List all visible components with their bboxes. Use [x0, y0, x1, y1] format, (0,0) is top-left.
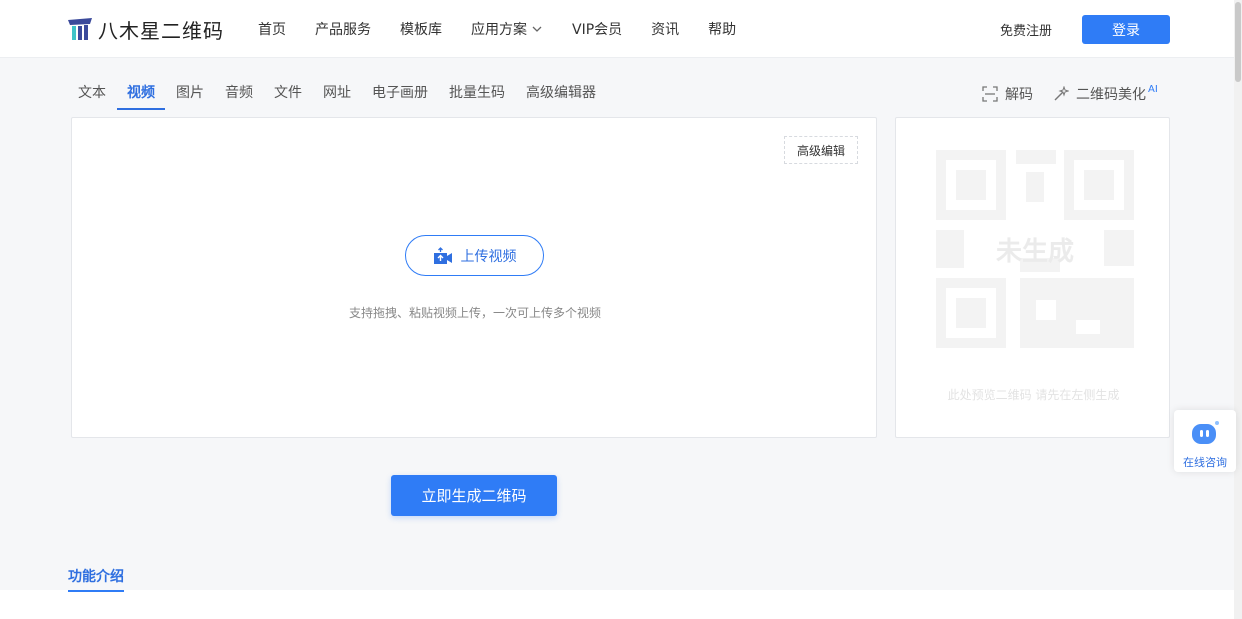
tab-image[interactable]: 图片: [176, 80, 204, 110]
tab-batch[interactable]: 批量生码: [449, 80, 505, 110]
tab-file[interactable]: 文件: [274, 80, 302, 110]
qr-preview-caption: 此处预览二维码 请先在左侧生成: [947, 388, 1120, 402]
beautify-button[interactable]: 二维码美化 AI: [1053, 84, 1158, 104]
decode-button[interactable]: 解码: [982, 84, 1033, 104]
video-upload-panel: 高级编辑 上传视频 支持拖拽、粘贴视频上传，一次可上传多个视频: [71, 117, 877, 438]
nav-help[interactable]: 帮助: [708, 19, 736, 39]
feature-section-background: [0, 590, 1234, 619]
logo-text: 八木星二维码: [98, 18, 224, 43]
nav-home[interactable]: 首页: [258, 19, 286, 39]
tab-video[interactable]: 视频: [117, 80, 165, 110]
feature-intro-title[interactable]: 功能介绍: [68, 566, 124, 592]
main-nav: 首页 产品服务 模板库 应用方案 VIP会员 资讯 帮助: [258, 0, 765, 58]
advanced-edit-button[interactable]: 高级编辑: [784, 136, 858, 164]
beautify-label: 二维码美化: [1076, 87, 1146, 103]
register-link[interactable]: 免费注册: [1000, 20, 1052, 39]
nav-templates[interactable]: 模板库: [400, 19, 442, 39]
upload-video-button[interactable]: 上传视频: [405, 235, 544, 276]
tab-text[interactable]: 文本: [78, 80, 106, 110]
nav-solutions[interactable]: 应用方案: [471, 19, 543, 39]
logo-icon: [66, 16, 94, 42]
nav-news[interactable]: 资讯: [651, 19, 679, 39]
page-scrollbar[interactable]: [1234, 0, 1242, 619]
upload-video-icon: [433, 246, 452, 264]
qr-type-tabs: 文本 视频 图片 音频 文件 网址 电子画册 批量生码 高级编辑器: [78, 80, 617, 110]
scan-icon: [982, 86, 998, 102]
decode-label: 解码: [1005, 87, 1033, 103]
generate-qr-button[interactable]: 立即生成二维码: [391, 475, 557, 516]
nav-products[interactable]: 产品服务: [315, 19, 371, 39]
chevron-down-icon: [532, 26, 542, 32]
magic-wand-icon: [1054, 86, 1069, 101]
upload-hint: 支持拖拽、粘贴视频上传，一次可上传多个视频: [348, 306, 601, 320]
online-consult-widget[interactable]: 在线咨询: [1174, 410, 1236, 472]
qr-preview-panel: 未生成 此处预览二维码 请先在左侧生成: [895, 117, 1170, 438]
scrollbar-thumb[interactable]: [1235, 2, 1241, 82]
online-consult-label: 在线咨询: [1183, 456, 1227, 469]
upload-video-label: 上传视频: [460, 248, 517, 265]
tab-audio[interactable]: 音频: [225, 80, 253, 110]
tab-url[interactable]: 网址: [323, 80, 351, 110]
ai-badge: AI: [1148, 83, 1158, 95]
tab-advanced-editor[interactable]: 高级编辑器: [526, 80, 596, 110]
qr-placeholder-image: 未生成: [936, 150, 1134, 348]
nav-solutions-label: 应用方案: [471, 22, 527, 38]
nav-vip[interactable]: VIP会员: [572, 19, 622, 39]
chat-bot-icon: [1192, 421, 1219, 444]
logo[interactable]: 八木星二维码: [66, 14, 224, 44]
top-header: 八木星二维码 首页 产品服务 模板库 应用方案 VIP会员 资讯 帮助 免费注册…: [0, 0, 1242, 58]
qr-watermark: 未生成: [996, 237, 1074, 267]
tab-ebook[interactable]: 电子画册: [372, 80, 428, 110]
login-button[interactable]: 登录: [1082, 15, 1170, 44]
